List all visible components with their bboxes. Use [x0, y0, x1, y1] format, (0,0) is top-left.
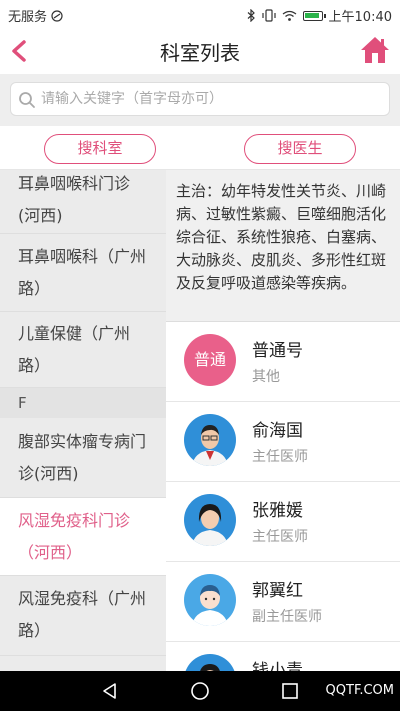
page-title: 科室列表 — [160, 41, 240, 65]
male-doctor-icon — [184, 414, 236, 466]
nav-back-icon[interactable] — [100, 681, 120, 701]
dept-item[interactable]: 腹部实体瘤专病门诊(河西) — [0, 418, 166, 498]
status-left: 无服务 — [8, 6, 63, 25]
home-icon — [361, 37, 389, 63]
search-icon — [19, 92, 35, 108]
search-dept-button[interactable]: 搜科室 — [44, 134, 156, 164]
doctor-name: 郭翼红 — [252, 581, 303, 601]
doctor-row[interactable]: 郭翼红 副主任医师 — [166, 562, 400, 642]
doctor-name: 俞海国 — [252, 421, 303, 441]
doctor-row[interactable]: 张雅媛 主任医师 — [166, 482, 400, 562]
avatar — [184, 494, 236, 546]
doctor-title: 其他 — [252, 369, 280, 385]
search-type-tabs: 搜科室 搜医生 — [0, 126, 400, 170]
department-list[interactable]: 耳鼻咽喉科门诊(河西) 耳鼻咽喉科（广州路） 儿童保健（广州路） F 腹部实体瘤… — [0, 170, 166, 671]
doctor-row[interactable]: 俞海国 主任医师 — [166, 402, 400, 482]
dept-item[interactable]: 风湿免疫科（广州路） — [0, 576, 166, 656]
battery-icon — [302, 10, 326, 21]
carrier-label: 无服务 — [8, 10, 48, 25]
doctor-name: 钱小青 — [252, 661, 303, 671]
doctor-row[interactable]: 钱小青 — [166, 642, 400, 671]
system-nav-bar: QQTF.COM — [0, 671, 400, 711]
doctor-placeholder-icon — [184, 574, 236, 626]
app-header: 科室列表 — [0, 28, 400, 74]
doctor-title: 主任医师 — [252, 529, 308, 545]
dept-letter-header: F — [0, 388, 166, 418]
battery-fill — [304, 12, 319, 18]
nav-home-icon[interactable] — [190, 681, 210, 701]
search-box[interactable] — [10, 82, 390, 116]
no-signal-icon — [51, 9, 63, 22]
doctor-name: 张雅媛 — [252, 501, 303, 521]
search-area — [0, 74, 400, 126]
bluetooth-icon — [247, 9, 255, 22]
female-doctor-icon — [184, 494, 236, 546]
dept-item[interactable]: 耳鼻咽喉科（广州路） — [0, 234, 166, 312]
dept-item[interactable]: 儿童保健（广州路） — [0, 312, 166, 388]
avatar — [184, 574, 236, 626]
vibrate-icon — [261, 9, 276, 22]
search-doctor-button[interactable]: 搜医生 — [244, 134, 356, 164]
avatar — [184, 654, 236, 671]
status-time: 上午10:40 — [328, 10, 392, 25]
nav-recents-icon[interactable] — [280, 681, 300, 701]
watermark: QQTF.COM — [325, 683, 394, 698]
status-right: 上午10:40 — [247, 6, 392, 25]
department-info: 主治：幼年特发性关节炎、川崎病、过敏性紫癜、巨噬细胞活化综合征、系统性狼疮、白塞… — [166, 170, 400, 322]
status-bar: 无服务 上午10:40 — [0, 0, 400, 28]
home-button[interactable] — [360, 35, 390, 65]
doctor-title: 副主任医师 — [252, 609, 322, 625]
avatar — [184, 414, 236, 466]
dept-item[interactable]: 耳鼻咽喉科门诊(河西) — [0, 170, 166, 234]
avatar: 普通 — [184, 334, 236, 386]
doctor-list[interactable]: 普通 普通号 其他 俞海国 主任医师 张雅媛 主任医师 郭翼红 副主任医师 钱小… — [166, 322, 400, 671]
doctor-row[interactable]: 普通 普通号 其他 — [166, 322, 400, 402]
wifi-icon — [282, 10, 296, 21]
doctor-title: 主任医师 — [252, 449, 308, 465]
female-doctor-icon — [184, 654, 236, 671]
doctor-name: 普通号 — [252, 341, 303, 361]
search-input[interactable] — [41, 83, 381, 115]
dept-item-selected[interactable]: 风湿免疫科门诊（河西） — [0, 498, 166, 576]
